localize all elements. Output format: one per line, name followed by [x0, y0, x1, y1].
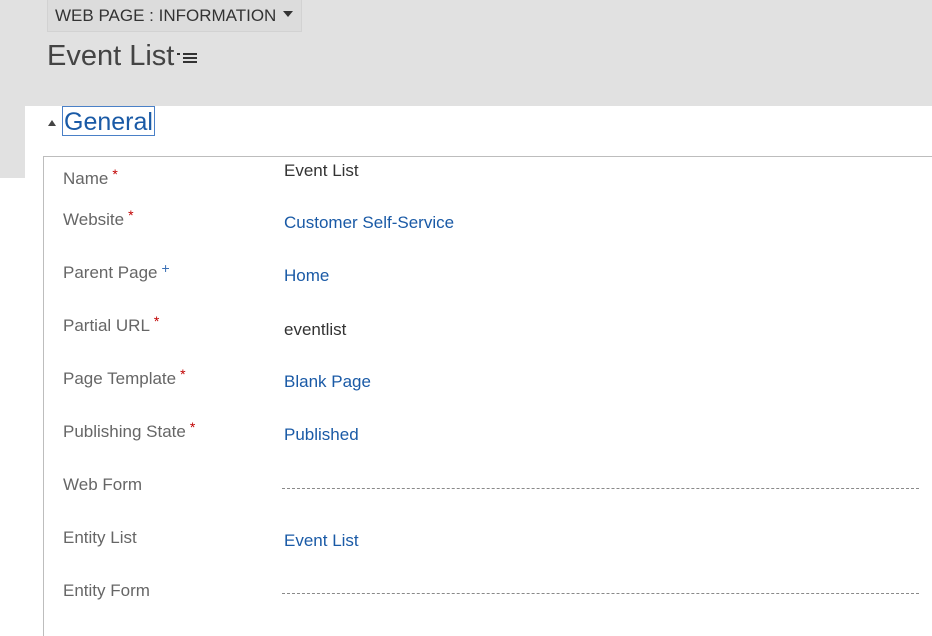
required-indicator: *	[189, 419, 196, 435]
field-label-page-template: Page Template *	[63, 366, 186, 388]
chevron-down-icon	[283, 10, 294, 17]
field-label-name: Name *	[63, 166, 118, 188]
field-label-parent-page: Parent Page +	[63, 260, 170, 282]
form-selector-button[interactable]: WEB PAGE : INFORMATION	[47, 0, 303, 32]
recommended-indicator: +	[161, 260, 170, 276]
field-value-publishing-state[interactable]: Published	[284, 425, 359, 445]
field-value-parent-page[interactable]: Home	[284, 266, 329, 286]
record-title: Event List	[47, 40, 175, 72]
field-label-partial-url: Partial URL *	[63, 313, 160, 335]
required-indicator: *	[153, 313, 160, 329]
field-value-web-form[interactable]	[282, 488, 919, 489]
field-label-publishing-state: Publishing State *	[63, 419, 196, 441]
field-value-name[interactable]: Event List	[284, 161, 359, 181]
field-value-page-template[interactable]: Blank Page	[284, 372, 371, 392]
field-label-web-form: Web Form	[63, 475, 143, 494]
field-value-entity-form[interactable]	[282, 593, 919, 594]
required-indicator: *	[112, 166, 118, 182]
required-indicator: *	[180, 366, 186, 382]
field-label-entity-form: Entity Form	[63, 581, 150, 600]
form-selector-label: WEB PAGE : INFORMATION	[55, 5, 277, 25]
field-value-entity-list[interactable]: Event List	[284, 531, 359, 551]
field-value-website[interactable]: Customer Self-Service	[284, 213, 454, 233]
field-value-partial-url[interactable]: eventlist	[284, 320, 346, 340]
header-side-strip	[0, 106, 25, 178]
field-label-entity-list: Entity List	[63, 528, 137, 547]
section-title-general[interactable]: General	[62, 106, 155, 136]
list-menu-icon[interactable]	[177, 50, 199, 66]
collapse-triangle-icon[interactable]	[48, 120, 56, 126]
field-label-website: Website *	[63, 207, 134, 229]
general-section-form	[43, 156, 932, 636]
required-indicator: *	[128, 207, 134, 223]
